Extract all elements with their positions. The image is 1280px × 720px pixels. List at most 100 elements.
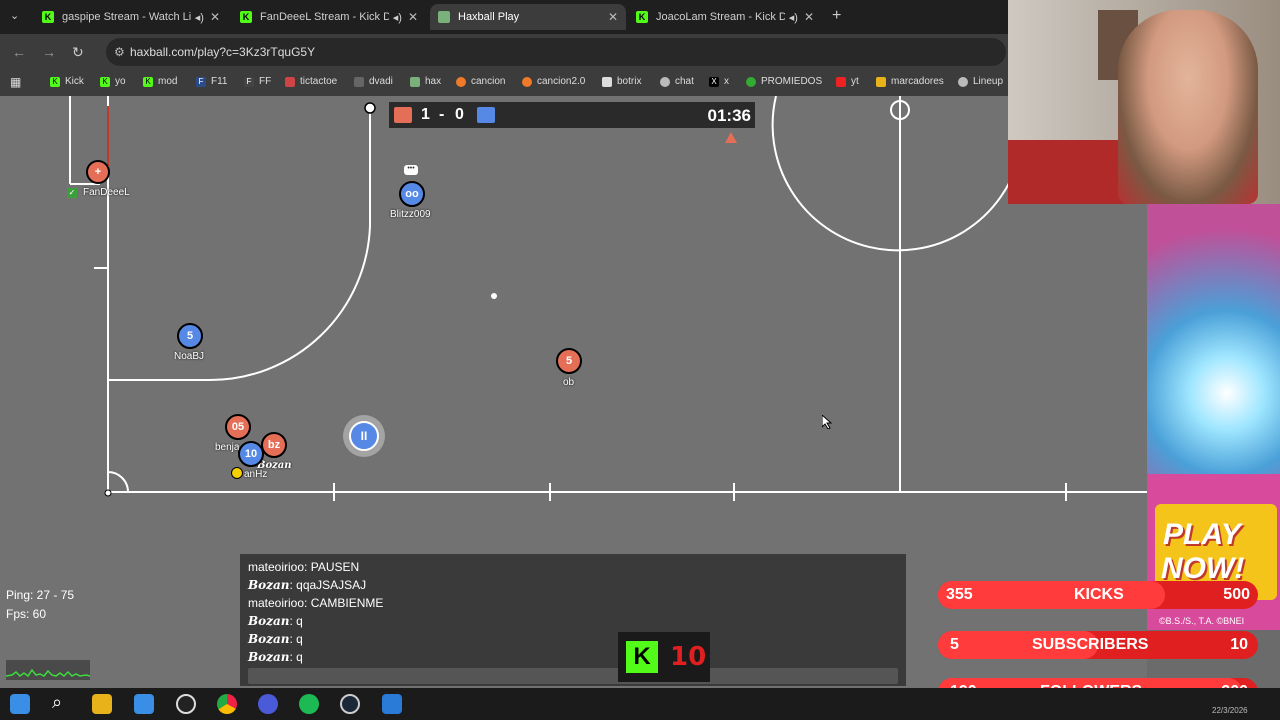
player-disc-blitzz009: oo: [399, 181, 425, 207]
tab-joacolam[interactable]: K JoacoLam Stream - Kick Da ◂) ✕: [628, 4, 822, 30]
player-disc-benja: 05: [225, 414, 251, 440]
speaker-icon: ◂): [788, 11, 798, 24]
promo-headline-1: PLAY: [1163, 518, 1241, 551]
tab-title: Haxball Play: [458, 11, 520, 23]
score-separator: -: [439, 106, 445, 123]
kick-badge-count: 10: [670, 642, 707, 672]
checkbox-icon: ✓: [67, 188, 77, 198]
x-icon: X: [709, 76, 719, 87]
steam-icon[interactable]: [340, 694, 360, 714]
site-info-icon[interactable]: ⚙: [114, 38, 125, 66]
ping-text: Ping: 27 - 75: [6, 588, 75, 602]
close-tab-icon[interactable]: ✕: [804, 10, 814, 24]
browser-profile-icon[interactable]: [258, 694, 278, 714]
network-stats: Ping: 27 - 75 Fps: 60: [6, 588, 74, 621]
webcam-streamer: [1118, 10, 1258, 204]
tab-haxball[interactable]: Haxball Play ✕: [430, 4, 626, 30]
pause-icon: II: [349, 421, 379, 451]
obs-icon[interactable]: [176, 694, 196, 714]
bookmark-item[interactable]: K Kick: [50, 76, 84, 87]
webcam-overlay: [1008, 0, 1280, 204]
tab-title: JoacoLam Stream - Kick Da: [656, 11, 785, 23]
tab-search-button[interactable]: ⌄: [10, 9, 19, 22]
windows-start-icon[interactable]: [10, 694, 30, 714]
kick-logo-icon: K: [626, 641, 658, 673]
url-field[interactable]: ⚙ haxball.com/play?c=3Kz3rTquG5Y: [106, 38, 1006, 66]
new-tab-button[interactable]: +: [832, 7, 841, 25]
close-tab-icon[interactable]: ✕: [210, 10, 220, 24]
pause-button[interactable]: II: [343, 415, 385, 457]
scoreboard: 1 - 0 01:36: [389, 102, 755, 128]
promo-ad: PLAY NOW! ©B.S./S., T.A. ©BNEI: [1147, 204, 1280, 630]
goal-bar-subscribers: 5 SUBSCRIBERS 10: [938, 631, 1258, 659]
chat-message: mateoirioo: PAUSEN: [248, 560, 360, 574]
chat-message: Bozan: q: [248, 632, 303, 646]
promo-copyright: ©B.S./S., T.A. ©BNEI: [1159, 616, 1245, 626]
kick-icon: K: [240, 11, 252, 23]
player-disc-fandeeel: +: [86, 160, 110, 184]
bookmark-item[interactable]: Kmod: [143, 76, 177, 87]
bookmark-item[interactable]: Xx: [709, 76, 729, 87]
player-name-anhz: anHz: [244, 469, 268, 480]
goal-target: 10: [1230, 636, 1248, 653]
tab-gaspipe[interactable]: K gaspipe Stream - Watch Liv ◂) ✕: [34, 4, 228, 30]
kick-icon: K: [636, 11, 648, 23]
speaker-icon: ◂): [194, 11, 204, 24]
chrome-icon[interactable]: [217, 694, 237, 714]
tictactoe-icon: [285, 76, 295, 87]
song-icon: [456, 76, 466, 87]
close-tab-icon[interactable]: ✕: [608, 10, 618, 24]
bookmark-item[interactable]: marcadores: [876, 76, 944, 87]
url-text: haxball.com/play?c=3Kz3rTquG5Y: [130, 45, 316, 59]
song-icon: [522, 76, 532, 87]
mouse-cursor-icon: [822, 415, 832, 429]
goal-current: 355: [946, 586, 973, 603]
bookmark-item[interactable]: cancion: [456, 76, 505, 87]
marcadores-icon: [876, 76, 886, 87]
taskbar-date: 22/3/2026: [1212, 706, 1248, 715]
bookmark-item[interactable]: yt: [836, 76, 859, 87]
close-tab-icon[interactable]: ✕: [408, 10, 418, 24]
file-explorer-icon[interactable]: [92, 694, 112, 714]
search-icon[interactable]: ⌕: [52, 692, 62, 713]
bookmark-item[interactable]: F FF: [244, 76, 271, 87]
bookmark-item[interactable]: dvadi: [354, 76, 393, 87]
bookmark-item[interactable]: Kyo: [100, 76, 126, 87]
haxball-icon: [410, 76, 420, 87]
chat-message: Bozan: qqaJSAJSAJ: [248, 578, 367, 592]
apps-icon[interactable]: ▦: [10, 75, 21, 89]
app-icon[interactable]: [382, 694, 402, 714]
chat-input[interactable]: [248, 668, 898, 684]
bookmark-item[interactable]: cancion2.0: [522, 76, 585, 87]
bookmark-item[interactable]: chat: [660, 76, 694, 87]
bookmark-item[interactable]: F F11: [196, 76, 228, 87]
bookmark-item[interactable]: botrix: [602, 76, 641, 87]
red-score: 1: [421, 106, 430, 123]
bookmark-item[interactable]: hax: [410, 76, 441, 87]
lineup-icon: [958, 76, 968, 87]
goal-label: SUBSCRIBERS: [1032, 636, 1149, 653]
player-name-blitzz009: Blitzz009: [390, 209, 431, 220]
kick-badge: K 10: [618, 632, 710, 682]
ball: [231, 467, 243, 479]
player-disc-noabj: 5: [177, 323, 203, 349]
back-icon[interactable]: ←: [12, 44, 26, 60]
tab-fandeeel[interactable]: K FanDeeeL Stream - Kick Da ◂) ✕: [232, 4, 426, 30]
blue-team-color: [477, 107, 495, 123]
player-disc-ob: 5: [556, 348, 582, 374]
reload-icon[interactable]: ↻: [72, 44, 84, 61]
bookmark-item[interactable]: PROMIEDOS: [746, 76, 822, 87]
kick-icon: K: [50, 76, 60, 87]
chat-icon: [660, 76, 670, 87]
kick-icon: K: [42, 11, 54, 23]
chat-message: Bozan: q: [248, 614, 303, 628]
player-disc-bozan: bz: [261, 432, 287, 458]
store-icon[interactable]: [134, 694, 154, 714]
bookmark-item[interactable]: Lineup: [958, 76, 1003, 87]
chat-message: mateoirioo: CAMBIENME: [248, 596, 384, 610]
spotify-icon[interactable]: [299, 694, 319, 714]
bookmark-item[interactable]: tictactoe: [285, 76, 337, 87]
goal-bar-kicks: 355 KICKS 500: [938, 581, 1258, 609]
kick-icon: K: [100, 76, 110, 87]
forward-icon[interactable]: →: [42, 44, 56, 60]
